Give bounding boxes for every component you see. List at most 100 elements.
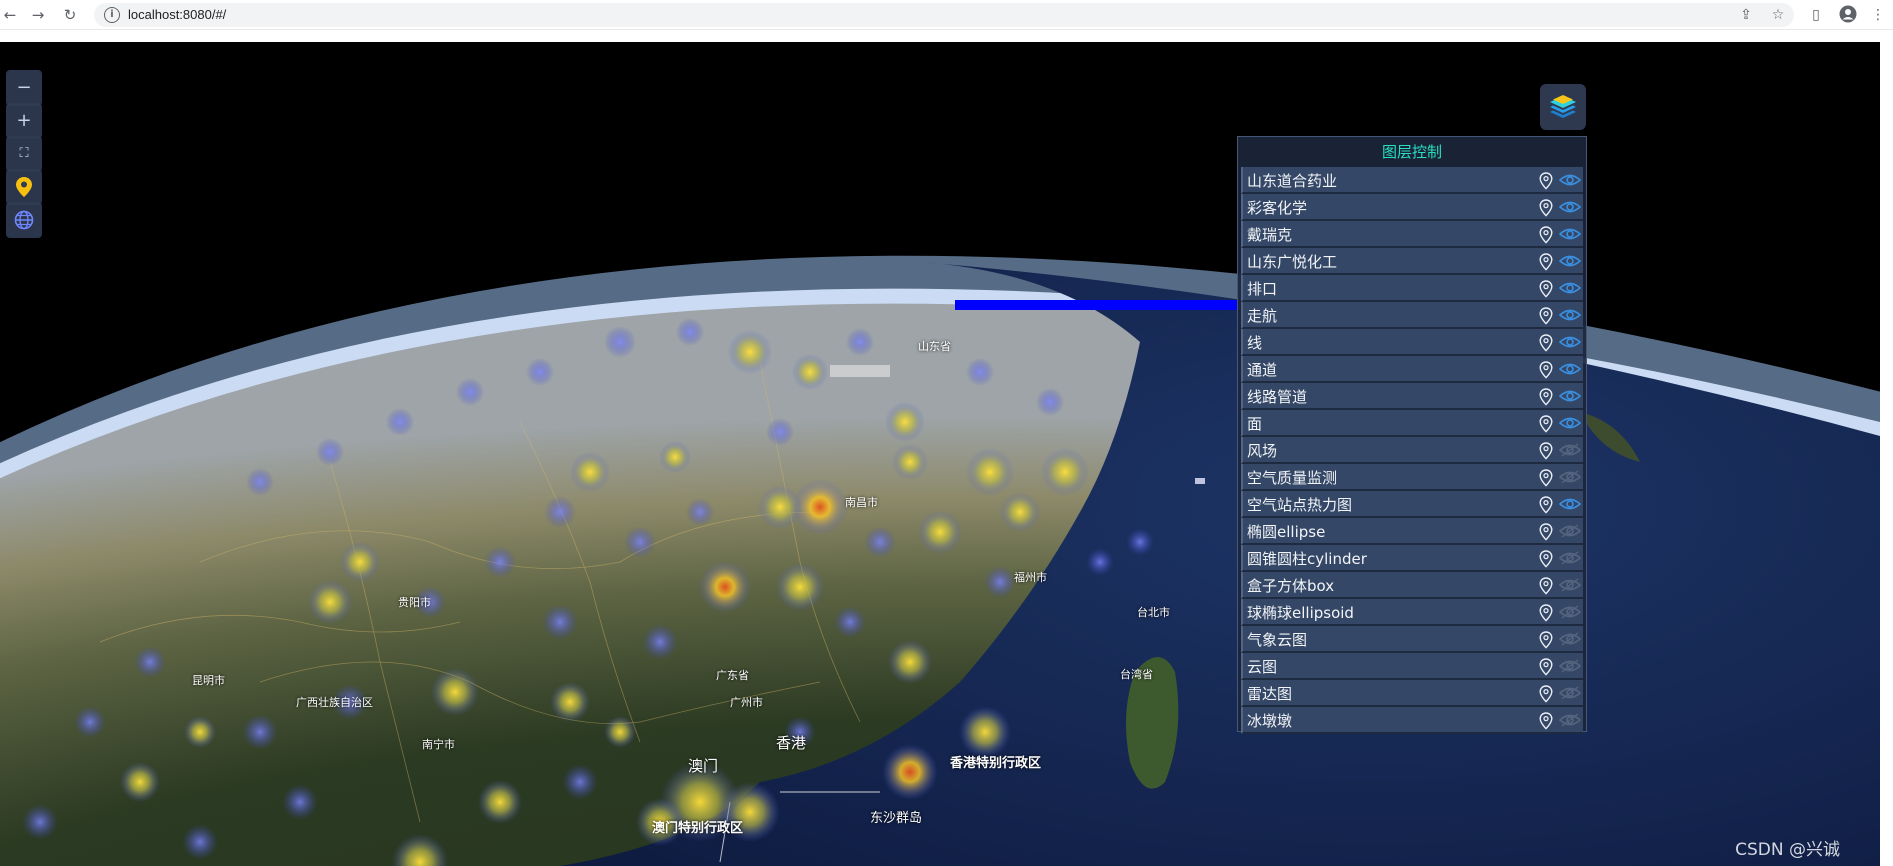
layer-list: 山东道合药业彩客化学戴瑞克 山东广悦化工 排口走航线通道线路管道面风场 空气质量监测空… bbox=[1238, 167, 1586, 734]
eye-closed-icon[interactable] bbox=[1559, 550, 1581, 566]
locate-layer-icon[interactable] bbox=[1539, 550, 1553, 568]
map-label-guangxi: 广西壮族自治区 bbox=[296, 696, 373, 709]
eye-open-icon[interactable] bbox=[1559, 199, 1581, 215]
locate-layer-icon[interactable] bbox=[1539, 496, 1553, 514]
layer-row[interactable]: 椭圆ellipse bbox=[1241, 518, 1583, 545]
globe-button[interactable] bbox=[6, 202, 42, 238]
eye-open-icon[interactable] bbox=[1559, 388, 1581, 404]
map-viewport[interactable]: 香港特别行政区 澳门特别行政区 香港 澳门 东沙群岛 台湾省 台北市 广州市 广… bbox=[0, 42, 1880, 866]
eye-open-icon[interactable] bbox=[1559, 253, 1581, 269]
map-label-taiwan: 台湾省 bbox=[1120, 668, 1153, 681]
map-label-hk-region: 香港特别行政区 bbox=[950, 756, 1042, 771]
layer-row[interactable]: 圆锥圆柱cylinder bbox=[1241, 545, 1583, 572]
layer-row[interactable]: 气象云图 bbox=[1241, 626, 1583, 653]
map-label-fuzhou: 福州市 bbox=[1014, 571, 1047, 584]
layer-row[interactable]: 彩客化学 bbox=[1241, 194, 1583, 221]
locate-button[interactable] bbox=[6, 169, 42, 205]
layer-row[interactable]: 走航 bbox=[1241, 302, 1583, 329]
layer-row[interactable]: 雷达图 bbox=[1241, 680, 1583, 707]
layer-row[interactable]: 山东道合药业 bbox=[1241, 167, 1583, 194]
locate-layer-icon[interactable] bbox=[1539, 415, 1553, 433]
browser-toolbar: ← → ↻ i localhost:8080/#/ ⇪ ☆ ▯ ⋮ bbox=[0, 0, 1893, 30]
layer-row[interactable]: 球椭球ellipsoid bbox=[1241, 599, 1583, 626]
site-info-icon[interactable]: i bbox=[104, 7, 120, 23]
locate-layer-icon[interactable] bbox=[1539, 280, 1553, 298]
locate-layer-icon[interactable] bbox=[1539, 388, 1553, 406]
layer-row[interactable]: 线路管道 bbox=[1241, 383, 1583, 410]
map-label-guangzhou: 广州市 bbox=[730, 696, 763, 709]
url-text[interactable]: localhost:8080/#/ bbox=[128, 7, 226, 22]
address-bar[interactable]: i localhost:8080/#/ bbox=[94, 3, 1794, 27]
locate-layer-icon[interactable] bbox=[1539, 712, 1553, 730]
layer-row[interactable]: 空气质量监测 bbox=[1241, 464, 1583, 491]
locate-layer-icon[interactable] bbox=[1539, 307, 1553, 325]
locate-layer-icon[interactable] bbox=[1539, 172, 1553, 190]
layer-label: 通道 bbox=[1247, 361, 1278, 379]
scrollbar[interactable] bbox=[1880, 42, 1893, 866]
profile-icon[interactable] bbox=[1838, 5, 1858, 25]
locate-layer-icon[interactable] bbox=[1539, 442, 1553, 460]
forward-icon[interactable]: → bbox=[28, 5, 48, 25]
locate-layer-icon[interactable] bbox=[1539, 199, 1553, 217]
locate-layer-icon[interactable] bbox=[1539, 334, 1553, 352]
back-icon[interactable]: ← bbox=[0, 5, 20, 25]
eye-open-icon[interactable] bbox=[1559, 496, 1581, 512]
eye-closed-icon[interactable] bbox=[1559, 712, 1581, 728]
layer-label: 走航 bbox=[1247, 307, 1278, 325]
globe-icon bbox=[14, 210, 34, 230]
locate-layer-icon[interactable] bbox=[1539, 577, 1553, 595]
eye-open-icon[interactable] bbox=[1559, 361, 1581, 377]
locate-layer-icon[interactable] bbox=[1539, 685, 1553, 703]
locate-layer-icon[interactable] bbox=[1539, 604, 1553, 622]
eye-closed-icon[interactable] bbox=[1559, 577, 1581, 593]
share-icon[interactable]: ⇪ bbox=[1736, 5, 1756, 25]
layer-row[interactable]: 面 bbox=[1241, 410, 1583, 437]
globe-scene[interactable] bbox=[0, 42, 1880, 866]
reload-icon[interactable]: ↻ bbox=[60, 5, 80, 25]
layer-row[interactable]: 盒子方体box bbox=[1241, 572, 1583, 599]
map-label-nanchang: 南昌市 bbox=[845, 496, 878, 509]
locate-layer-icon[interactable] bbox=[1539, 253, 1553, 271]
eye-open-icon[interactable] bbox=[1559, 334, 1581, 350]
layers-icon bbox=[1550, 95, 1576, 118]
layer-row[interactable]: 风场 bbox=[1241, 437, 1583, 464]
locate-layer-icon[interactable] bbox=[1539, 469, 1553, 487]
layer-row[interactable]: 冰墩墩 bbox=[1241, 707, 1583, 734]
zoom-out-button[interactable]: − bbox=[6, 70, 42, 106]
eye-closed-icon[interactable] bbox=[1559, 442, 1581, 458]
eye-open-icon[interactable] bbox=[1559, 307, 1581, 323]
layer-row[interactable]: 云图 bbox=[1241, 653, 1583, 680]
locate-layer-icon[interactable] bbox=[1539, 361, 1553, 379]
locate-layer-icon[interactable] bbox=[1539, 523, 1553, 541]
eye-closed-icon[interactable] bbox=[1559, 523, 1581, 539]
layer-row[interactable]: 戴瑞克 bbox=[1241, 221, 1583, 248]
side-panel-icon[interactable]: ▯ bbox=[1806, 5, 1826, 25]
fullscreen-button[interactable]: ⛶ bbox=[6, 136, 42, 172]
eye-open-icon[interactable] bbox=[1559, 226, 1581, 242]
map-label-guangdong: 广东省 bbox=[716, 669, 749, 682]
map-label-hongkong: 香港 bbox=[776, 734, 807, 752]
locate-layer-icon[interactable] bbox=[1539, 226, 1553, 244]
eye-closed-icon[interactable] bbox=[1559, 631, 1581, 647]
eye-open-icon[interactable] bbox=[1559, 172, 1581, 188]
eye-closed-icon[interactable] bbox=[1559, 469, 1581, 485]
eye-open-icon[interactable] bbox=[1559, 280, 1581, 296]
menu-icon[interactable]: ⋮ bbox=[1868, 5, 1888, 25]
layer-row[interactable]: 排口 bbox=[1241, 275, 1583, 302]
layers-toggle-button[interactable] bbox=[1540, 84, 1586, 130]
layer-label: 彩客化学 bbox=[1247, 199, 1308, 217]
map-label-macau-region: 澳门特别行政区 bbox=[652, 821, 744, 836]
locate-layer-icon[interactable] bbox=[1539, 658, 1553, 676]
layer-label: 线 bbox=[1247, 334, 1263, 352]
layer-row[interactable]: 通道 bbox=[1241, 356, 1583, 383]
eye-closed-icon[interactable] bbox=[1559, 685, 1581, 701]
eye-closed-icon[interactable] bbox=[1559, 658, 1581, 674]
bookmark-star-icon[interactable]: ☆ bbox=[1768, 5, 1788, 25]
layer-row[interactable]: 山东广悦化工 bbox=[1241, 248, 1583, 275]
locate-layer-icon[interactable] bbox=[1539, 631, 1553, 649]
layer-row[interactable]: 空气站点热力图 bbox=[1241, 491, 1583, 518]
eye-open-icon[interactable] bbox=[1559, 415, 1581, 431]
eye-closed-icon[interactable] bbox=[1559, 604, 1581, 620]
zoom-in-button[interactable]: + bbox=[6, 103, 42, 139]
layer-row[interactable]: 线 bbox=[1241, 329, 1583, 356]
